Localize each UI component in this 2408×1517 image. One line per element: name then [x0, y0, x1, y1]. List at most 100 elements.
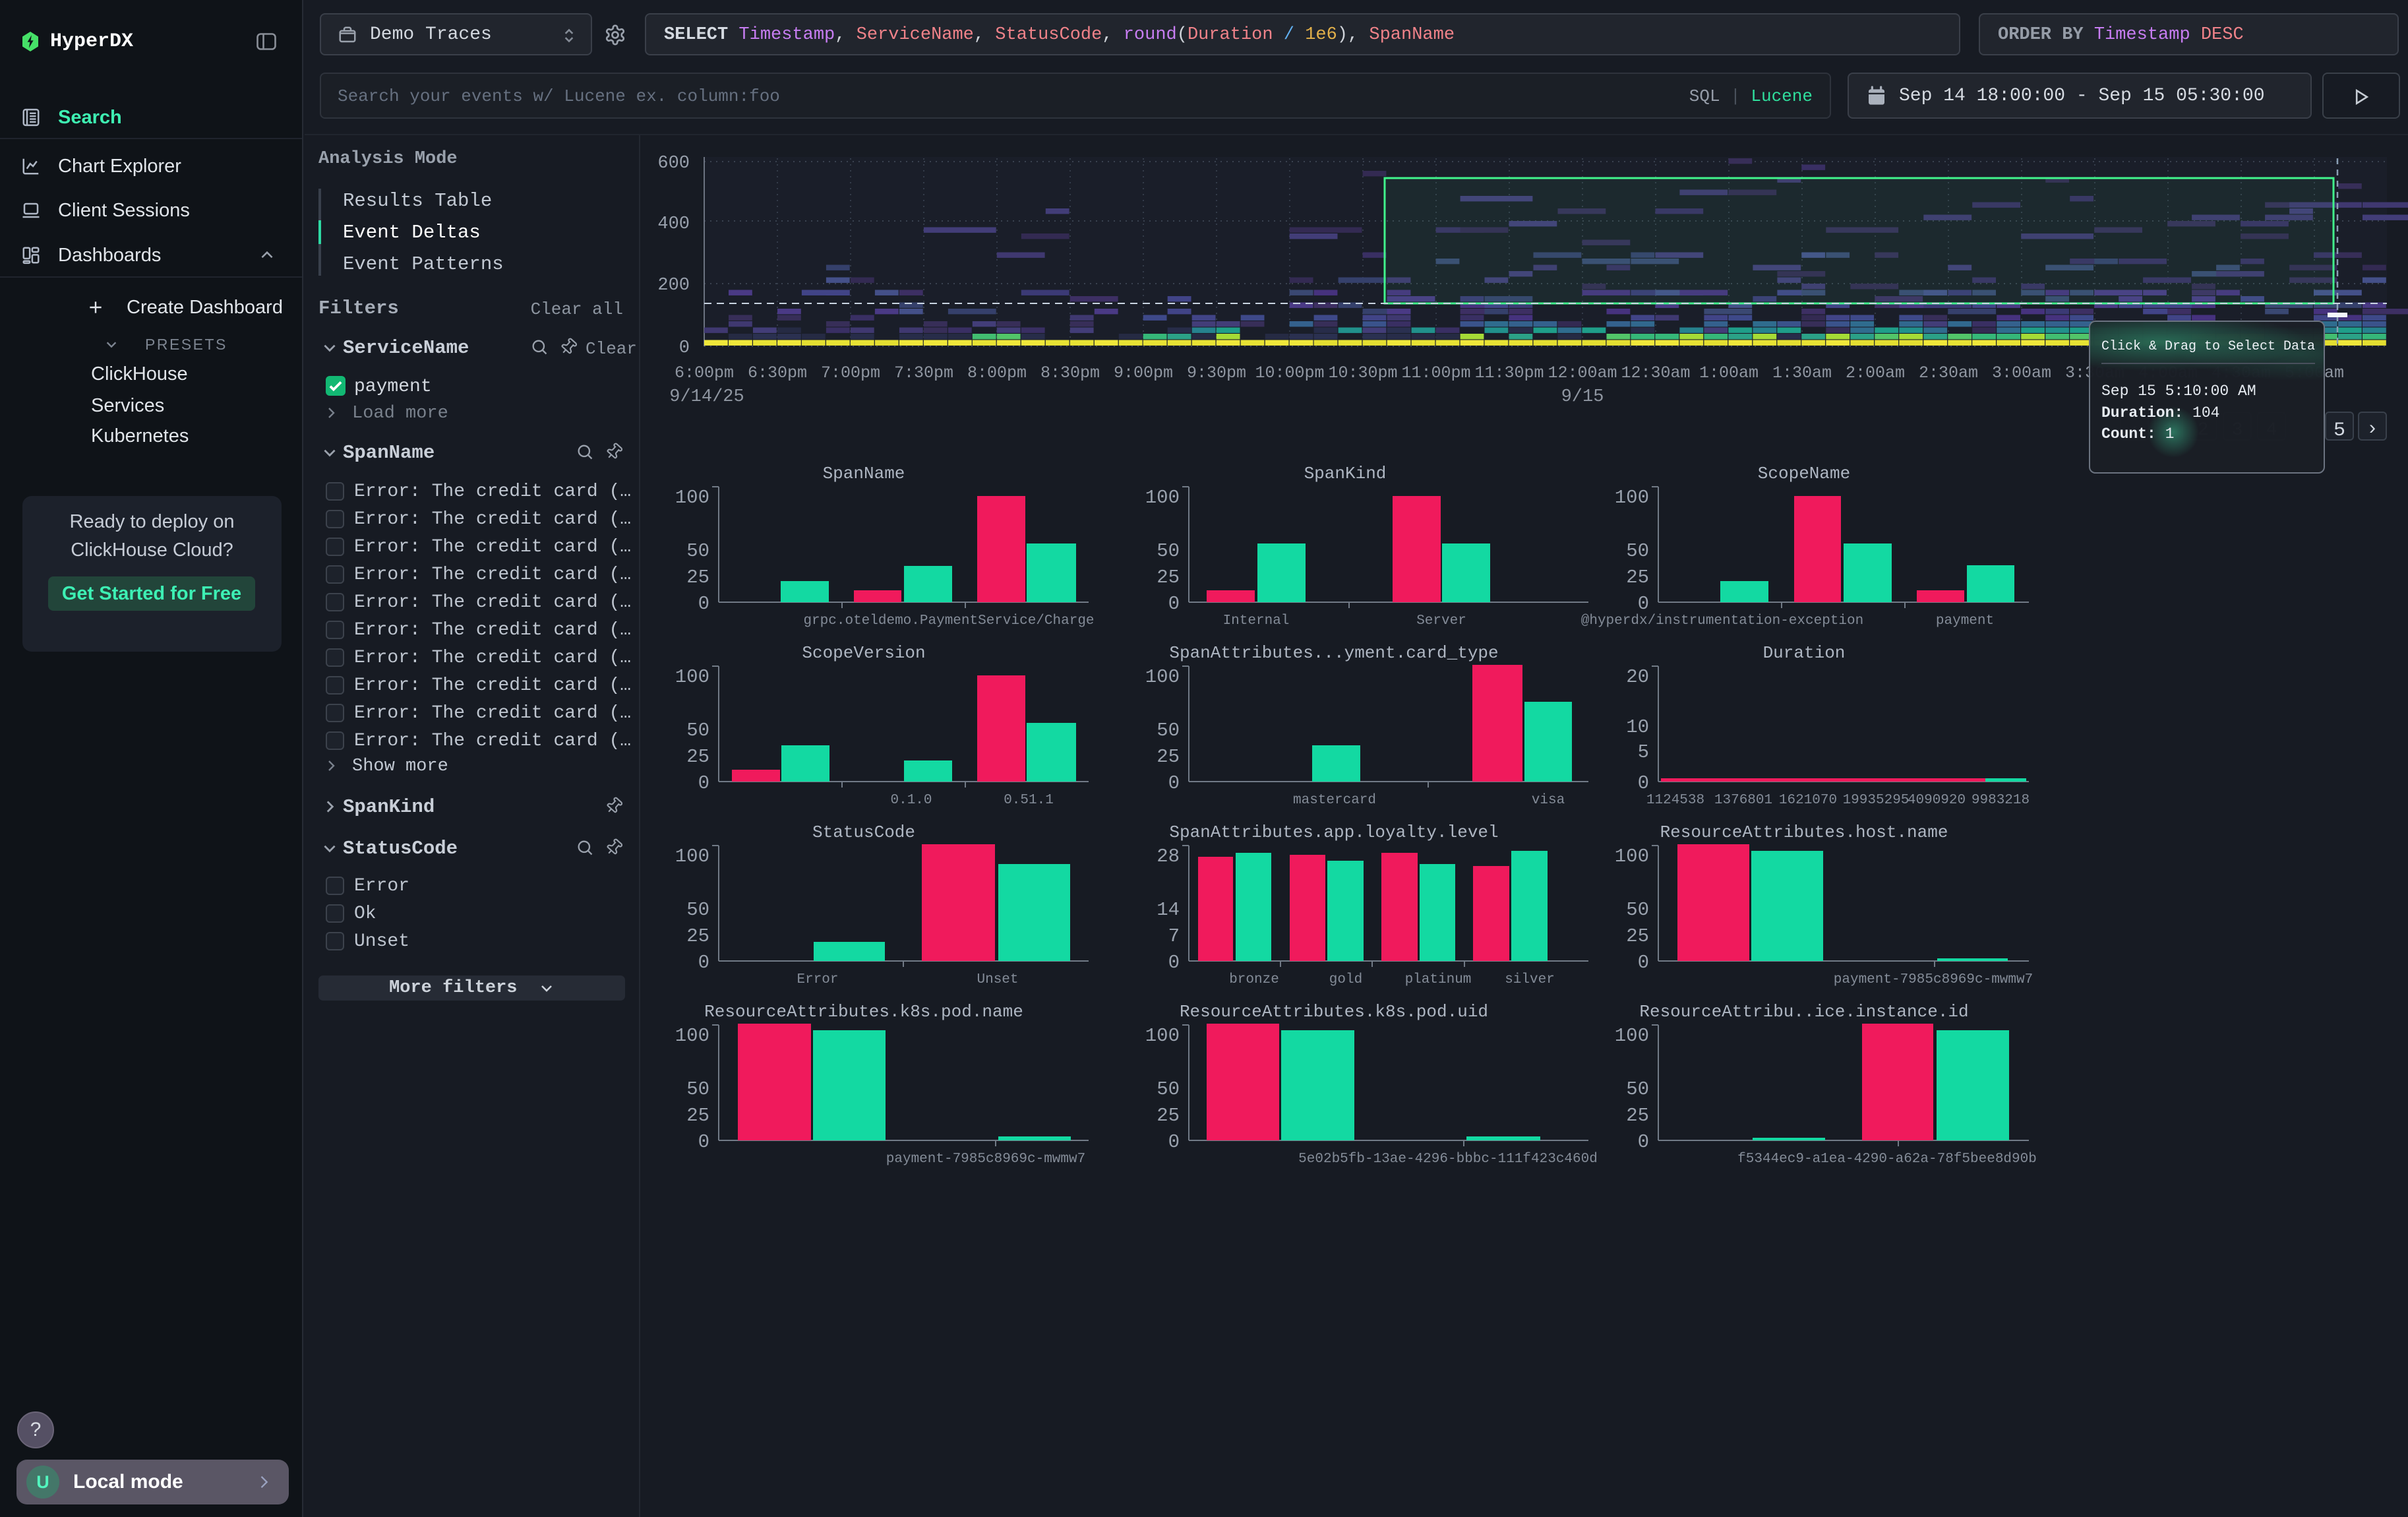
- svg-text:payment-7985c8969c-mwmw7: payment-7985c8969c-mwmw7: [886, 1152, 1085, 1167]
- svg-text:0: 0: [1168, 772, 1180, 794]
- svg-text:600: 600: [657, 154, 690, 173]
- svg-text:400: 400: [657, 214, 690, 234]
- svg-text:0: 0: [1638, 1131, 1649, 1153]
- svg-text:0: 0: [698, 593, 709, 615]
- svg-text:0: 0: [679, 338, 690, 358]
- svg-text:Server: Server: [1416, 613, 1466, 629]
- svg-text:5e02b5fb-13ae-4296-bbbc-111f42: 5e02b5fb-13ae-4296-bbbc-111f423c460d: [1298, 1152, 1598, 1167]
- svg-text:0: 0: [1168, 1131, 1180, 1153]
- svg-text:5: 5: [2333, 419, 2345, 442]
- svg-text:5: 5: [1638, 741, 1649, 763]
- svg-text:mastercard: mastercard: [1293, 793, 1376, 808]
- svg-text:25: 25: [1157, 1105, 1180, 1127]
- svg-text:9/14/25: 9/14/25: [669, 387, 744, 407]
- svg-text:10: 10: [1626, 716, 1649, 738]
- svg-text:8:30pm: 8:30pm: [1040, 363, 1100, 383]
- svg-text:11:30pm: 11:30pm: [1474, 363, 1544, 383]
- svg-text:2:30am: 2:30am: [1919, 363, 1978, 383]
- svg-text:3:00am: 3:00am: [1992, 363, 2051, 383]
- svg-text:bronze: bronze: [1229, 972, 1279, 987]
- svg-text:25: 25: [1157, 746, 1180, 768]
- svg-text:ResourceAttributes.k8s.pod.uid: ResourceAttributes.k8s.pod.uid: [1180, 1002, 1488, 1022]
- svg-text:0: 0: [1638, 772, 1649, 794]
- svg-text:8:00pm: 8:00pm: [967, 363, 1027, 383]
- svg-text:10:30pm: 10:30pm: [1328, 363, 1397, 383]
- svg-text:100: 100: [675, 487, 709, 509]
- svg-text:6:30pm: 6:30pm: [748, 363, 807, 383]
- svg-text:50: 50: [1157, 720, 1180, 741]
- svg-text:100: 100: [1145, 666, 1180, 688]
- svg-text:0: 0: [1168, 952, 1180, 974]
- svg-text:platinum: platinum: [1405, 972, 1472, 987]
- svg-text:50: 50: [686, 899, 709, 921]
- svg-text:7: 7: [1168, 925, 1180, 947]
- svg-text:100: 100: [675, 846, 709, 867]
- svg-text:ResourceAttributes.host.name: ResourceAttributes.host.name: [1660, 822, 1948, 842]
- svg-text:25: 25: [686, 1105, 709, 1127]
- svg-text:4090920: 4090920: [1908, 793, 1966, 808]
- svg-text:Error: Error: [797, 972, 838, 987]
- svg-text:0.51.1: 0.51.1: [1004, 793, 1054, 808]
- svg-text:50: 50: [1157, 540, 1180, 562]
- svg-text:9983218: 9983218: [1972, 793, 2030, 808]
- svg-text:f5344ec9-a1ea-4290-a62a-78f5be: f5344ec9-a1ea-4290-a62a-78f5bee8d90b: [1737, 1152, 2037, 1167]
- svg-text:12:30am: 12:30am: [1621, 363, 1690, 383]
- svg-text:SpanName: SpanName: [823, 464, 905, 483]
- svg-text:50: 50: [686, 540, 709, 562]
- svg-text:1376801: 1376801: [1714, 793, 1772, 808]
- svg-text:9/15: 9/15: [1561, 387, 1604, 407]
- svg-text:1:30am: 1:30am: [1772, 363, 1832, 383]
- svg-text:Duration: Duration: [1763, 643, 1846, 663]
- svg-text:100: 100: [1615, 846, 1649, 867]
- svg-text:19935295: 19935295: [1843, 793, 1910, 808]
- svg-text:25: 25: [1626, 567, 1649, 588]
- svg-text:Internal: Internal: [1223, 613, 1290, 629]
- svg-text:50: 50: [686, 720, 709, 741]
- svg-text:10:00pm: 10:00pm: [1255, 363, 1324, 383]
- svg-text:payment: payment: [1936, 613, 1994, 629]
- svg-text:0: 0: [698, 772, 709, 794]
- svg-text:25: 25: [686, 925, 709, 947]
- svg-text:25: 25: [1157, 567, 1180, 588]
- svg-text:7:00pm: 7:00pm: [821, 363, 880, 383]
- svg-text:14: 14: [1157, 899, 1180, 921]
- svg-text:50: 50: [1626, 899, 1649, 921]
- svg-text:payment-7985c8969c-mwmw7: payment-7985c8969c-mwmw7: [1834, 972, 2033, 987]
- svg-text:20: 20: [1626, 666, 1649, 688]
- svg-text:@hyperdx/instrumentation-excep: @hyperdx/instrumentation-exception: [1581, 613, 1863, 629]
- svg-text:100: 100: [1615, 1025, 1649, 1047]
- svg-text:grpc.oteldemo.PaymentService/C: grpc.oteldemo.PaymentService/Charge: [803, 613, 1094, 629]
- svg-text:25: 25: [686, 746, 709, 768]
- svg-text:50: 50: [1626, 1078, 1649, 1100]
- svg-text:9:00pm: 9:00pm: [1114, 363, 1173, 383]
- svg-text:›: ›: [2369, 417, 2376, 439]
- svg-text:1124538: 1124538: [1646, 793, 1704, 808]
- svg-text:100: 100: [1615, 487, 1649, 509]
- svg-text:ScopeVersion: ScopeVersion: [802, 643, 925, 663]
- svg-text:28: 28: [1157, 846, 1180, 867]
- svg-text:50: 50: [1626, 540, 1649, 562]
- svg-text:0: 0: [1638, 952, 1649, 974]
- svg-text:50: 50: [1157, 1078, 1180, 1100]
- svg-text:SpanAttributes...yment.card_ty: SpanAttributes...yment.card_type: [1169, 643, 1498, 663]
- svg-text:12:00am: 12:00am: [1548, 363, 1617, 383]
- svg-text:100: 100: [675, 666, 709, 688]
- svg-text:11:00pm: 11:00pm: [1401, 363, 1470, 383]
- svg-text:0: 0: [698, 952, 709, 974]
- svg-text:50: 50: [686, 1078, 709, 1100]
- svg-text:9:30pm: 9:30pm: [1187, 363, 1246, 383]
- svg-text:0: 0: [1168, 593, 1180, 615]
- svg-text:0.1.0: 0.1.0: [890, 793, 932, 808]
- svg-text:100: 100: [1145, 1025, 1180, 1047]
- svg-text:ScopeName: ScopeName: [1758, 464, 1850, 483]
- svg-text:0: 0: [1638, 593, 1649, 615]
- svg-text:25: 25: [1626, 1105, 1649, 1127]
- svg-text:StatusCode: StatusCode: [812, 822, 915, 842]
- svg-text:25: 25: [686, 567, 709, 588]
- svg-text:ResourceAttribu..ice.instance.: ResourceAttribu..ice.instance.id: [1639, 1002, 1968, 1022]
- svg-text:SpanAttributes.app.loyalty.lev: SpanAttributes.app.loyalty.level: [1169, 822, 1498, 842]
- svg-text:silver: silver: [1505, 972, 1555, 987]
- svg-text:100: 100: [675, 1025, 709, 1047]
- svg-text:25: 25: [1626, 925, 1649, 947]
- svg-text:1621070: 1621070: [1779, 793, 1837, 808]
